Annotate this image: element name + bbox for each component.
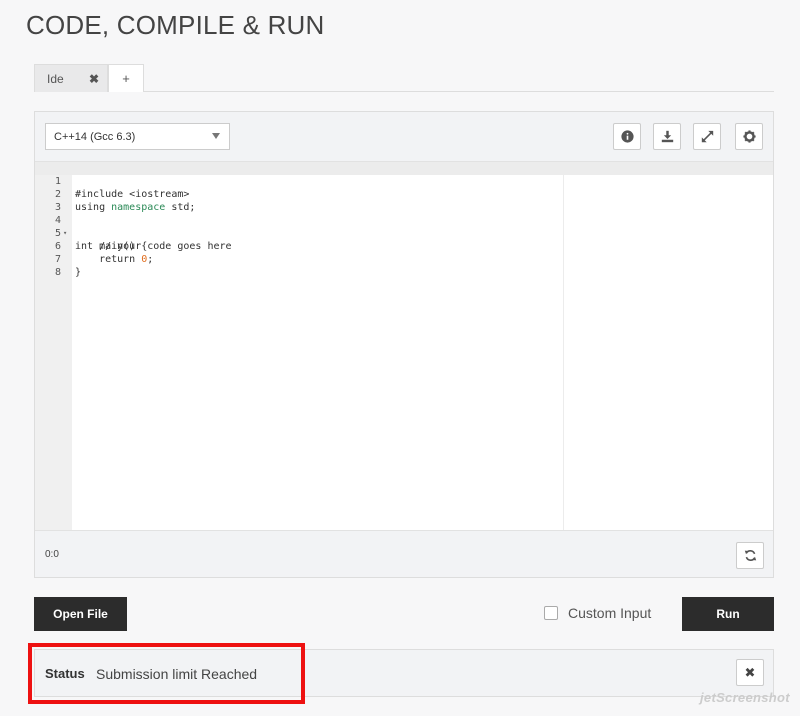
close-icon: ✖ [744, 664, 756, 680]
page-title: CODE, COMPILE & RUN [26, 10, 325, 40]
custom-input-checkbox[interactable] [544, 606, 558, 620]
info-icon [620, 130, 634, 143]
code-line: 4 ▾ int main() { [35, 201, 773, 252]
download-button[interactable] [653, 123, 681, 150]
refresh-icon [744, 550, 756, 561]
code-line: 1 #include <iostream> [35, 162, 773, 200]
annotation-highlight-box [28, 643, 305, 704]
code-line: 2 using namespace std; [35, 175, 773, 213]
fullscreen-button[interactable] [693, 123, 721, 150]
open-file-button[interactable]: Open File [34, 597, 127, 631]
expand-icon [701, 130, 713, 143]
status-close-button[interactable]: ✖ [736, 659, 764, 686]
tab-bar: Ide ✖ + [34, 64, 774, 92]
close-icon[interactable]: ✖ [89, 72, 99, 86]
custom-input-toggle[interactable]: Custom Input [544, 605, 651, 621]
code-line: 8 [35, 253, 773, 278]
code-editor[interactable]: 1 #include <iostream> 2 using namespace … [35, 161, 773, 531]
language-select-value: C++14 (Gcc 6.3) [54, 130, 136, 143]
download-icon [661, 130, 673, 143]
reset-button[interactable] [736, 542, 764, 569]
line-number: 8 [54, 267, 61, 278]
cursor-position: 0:0 [45, 549, 59, 560]
tab-ide-label: Ide [47, 71, 64, 86]
code-line: 7 } [35, 240, 773, 278]
add-tab-button[interactable]: + [108, 64, 144, 92]
settings-button[interactable] [735, 123, 763, 150]
language-select[interactable]: C++14 (Gcc 6.3) [45, 123, 230, 150]
code-line: 6 return 0; [35, 227, 773, 265]
code-line: 5 // your code goes here [35, 214, 773, 252]
chevron-down-icon [212, 133, 220, 139]
run-button[interactable]: Run [682, 597, 774, 631]
custom-input-label: Custom Input [568, 605, 652, 621]
watermark: jetScreenshot [700, 690, 790, 705]
info-button[interactable] [613, 123, 641, 150]
tab-ide[interactable]: Ide ✖ [34, 64, 108, 92]
code-text: } [75, 267, 82, 278]
gear-icon [742, 130, 756, 143]
code-line: 3 [35, 188, 773, 213]
editor-panel: C++14 (Gcc 6.3) 1 #include <iostream> 2 … [34, 111, 774, 578]
